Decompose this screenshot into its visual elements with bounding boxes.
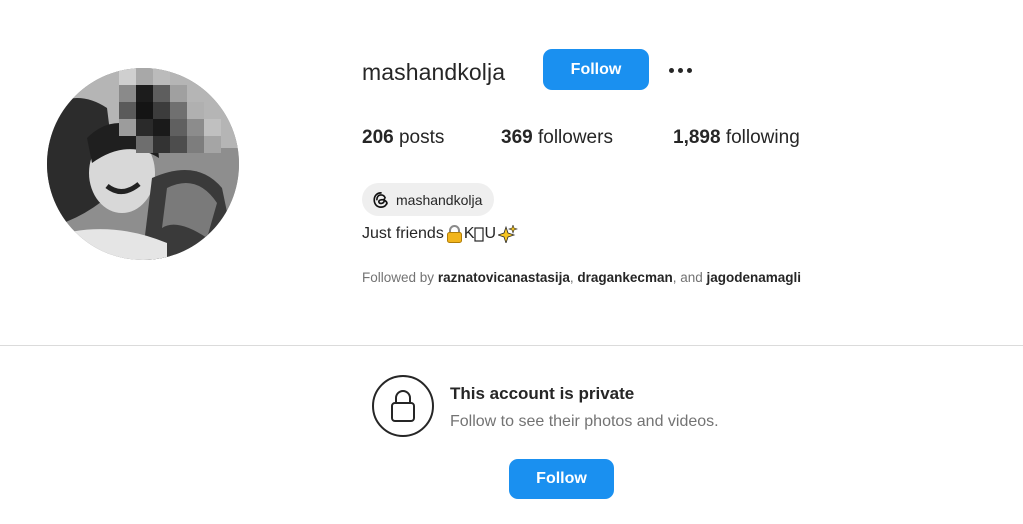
- missing-glyph-icon: [474, 226, 485, 242]
- stat-posts: 206 posts: [362, 127, 444, 149]
- followed-by-prefix: Followed by: [362, 270, 435, 285]
- stat-followers[interactable]: 369 followers: [501, 127, 613, 149]
- private-account-title: This account is private: [450, 384, 635, 403]
- private-lock-badge: [372, 375, 434, 437]
- avatar-image: [47, 68, 239, 260]
- lock-emoji-icon: [446, 225, 462, 243]
- posts-count: 206: [362, 127, 394, 148]
- stat-following[interactable]: 1,898 following: [673, 127, 800, 149]
- threads-icon: [373, 191, 388, 208]
- profile-bio: Just friends K U: [362, 225, 518, 243]
- profile-avatar[interactable]: [47, 68, 239, 260]
- more-horizontal-icon: [668, 67, 674, 73]
- profile-username: mashandkolja: [362, 59, 506, 85]
- more-horizontal-icon: [686, 67, 692, 73]
- threads-badge[interactable]: mashandkolja: [362, 183, 495, 216]
- private-account-subtitle: Follow to see their photos and videos.: [450, 413, 719, 430]
- followers-count: 369: [501, 127, 533, 148]
- bio-letter-k: K: [463, 225, 475, 242]
- followers-label: followers: [537, 127, 613, 148]
- sparkles-icon: [498, 225, 518, 243]
- followed-by-user[interactable]: jagodenamagli: [707, 270, 802, 285]
- follow-button[interactable]: Follow: [543, 49, 649, 90]
- threads-handle: mashandkolja: [396, 191, 483, 208]
- followed-by-user[interactable]: raznatovicanastasija: [438, 270, 570, 285]
- followed-by-and: , and: [672, 270, 703, 285]
- following-count: 1,898: [673, 127, 721, 148]
- bio-letter-u: U: [484, 225, 497, 242]
- bio-text: Just friends: [362, 225, 444, 242]
- more-options-button[interactable]: [663, 60, 697, 80]
- following-label: following: [725, 127, 800, 148]
- followed-by-line: Followed by raznatovicanastasija, dragan…: [362, 270, 801, 285]
- follow-button-private[interactable]: Follow: [509, 459, 614, 499]
- posts-label: posts: [398, 127, 445, 148]
- followed-by-user[interactable]: dragankecman: [577, 270, 672, 285]
- lock-icon: [391, 390, 415, 422]
- section-divider: [0, 345, 1023, 346]
- more-horizontal-icon: [677, 67, 683, 73]
